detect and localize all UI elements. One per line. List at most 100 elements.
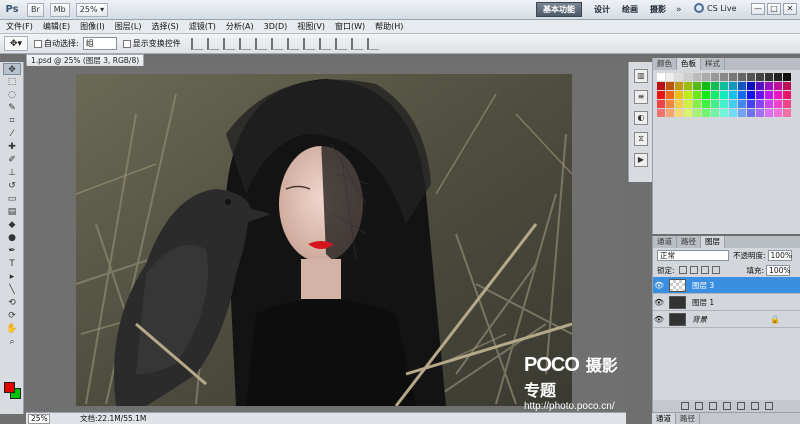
color-swatch[interactable] [747,82,755,90]
color-swatch[interactable] [756,91,764,99]
menu-file[interactable]: 文件(F) [6,21,33,32]
zoom-tool-icon[interactable]: ⌕ [3,336,21,348]
minimize-button[interactable]: — [751,3,765,15]
tab-styles[interactable]: 样式 [701,58,725,70]
menu-filter[interactable]: 滤镜(T) [189,21,216,32]
color-swatch[interactable] [702,91,710,99]
crop-tool-icon[interactable]: ⌗ [3,115,21,127]
move-tool-preset-icon[interactable]: ✥▾ [4,36,28,51]
layer-row-background[interactable]: 👁 背景 🔒 [653,311,800,328]
workspace-design[interactable]: 设计 [594,4,610,15]
mini-bridge-button[interactable]: Mb [49,2,70,17]
photo-canvas[interactable] [76,74,572,406]
color-swatch[interactable] [720,91,728,99]
shape-tool-icon[interactable]: ╲ [3,284,21,296]
menu-layer[interactable]: 图层(L) [115,21,142,32]
masks-icon[interactable]: ◐ [634,111,648,125]
menu-analysis[interactable]: 分析(A) [226,21,254,32]
document-tab[interactable]: 1.psd @ 25% (图层 3, RGB/8) * × [26,54,144,76]
color-swatch[interactable] [693,82,701,90]
color-swatch[interactable] [747,91,755,99]
clone-stamp-tool-icon[interactable]: ⊥ [3,167,21,179]
tab-paths[interactable]: 路径 [677,236,701,248]
histogram-icon[interactable]: ▥ [634,69,648,83]
blur-tool-icon[interactable]: ◆ [3,219,21,231]
align-bottom-icon[interactable] [222,37,235,50]
swatch-grid[interactable] [653,70,800,120]
color-swatch[interactable] [756,100,764,108]
menu-edit[interactable]: 编辑(E) [43,21,70,32]
color-swatch[interactable] [774,109,782,117]
menu-select[interactable]: 选择(S) [151,21,178,32]
color-swatch[interactable] [783,91,791,99]
color-swatch[interactable] [693,100,701,108]
cs-live-button[interactable]: CS Live [694,3,737,13]
color-swatch[interactable] [765,73,773,81]
color-swatch[interactable] [729,82,737,90]
layer-row-layer3[interactable]: 👁 图层 3 [653,277,800,294]
color-swatch[interactable] [657,91,665,99]
lock-all-icon[interactable] [711,266,720,274]
distribute-right-icon[interactable] [366,37,379,50]
color-swatch[interactable] [702,82,710,90]
color-swatch[interactable] [666,100,674,108]
color-swatch[interactable] [657,100,665,108]
eye-icon[interactable]: 👁 [653,281,665,290]
layer-row-layer1[interactable]: 👁 图层 1 [653,294,800,311]
color-swatch[interactable] [702,73,710,81]
color-swatch[interactable] [693,109,701,117]
show-transform-check-box[interactable] [122,39,131,48]
workspace-painting[interactable]: 绘画 [622,4,638,15]
color-swatch[interactable] [774,82,782,90]
3d-orbit-tool-icon[interactable]: ⟳ [3,310,21,322]
color-swatch[interactable] [711,109,719,117]
color-swatch[interactable] [747,73,755,81]
distribute-vcenter-icon[interactable] [302,37,315,50]
adjustment-layer-icon[interactable] [723,402,731,410]
color-swatch[interactable] [684,73,692,81]
lock-position-icon[interactable] [700,266,709,274]
distribute-hcenter-icon[interactable] [350,37,363,50]
canvas-area[interactable]: POCO 摄影专题 http://photo.poco.cn/ [26,66,626,412]
blend-mode-dropdown[interactable]: 正常 [657,250,729,261]
zoom-dropdown[interactable]: 25% ▾ [75,2,109,17]
maximize-button[interactable]: □ [767,3,781,15]
color-swatch[interactable] [738,109,746,117]
history-icon[interactable]: ⧖ [634,132,648,146]
color-swatch[interactable] [666,109,674,117]
align-vcenter-icon[interactable] [206,37,219,50]
color-swatch[interactable] [684,91,692,99]
menu-view[interactable]: 视图(V) [297,21,325,32]
distribute-left-icon[interactable] [334,37,347,50]
color-swatch[interactable] [729,109,737,117]
color-swatch[interactable] [738,73,746,81]
healing-tool-icon[interactable]: ✚ [3,141,21,153]
color-swatch[interactable] [702,100,710,108]
color-swatch[interactable] [657,82,665,90]
tab-color[interactable]: 颜色 [653,58,677,70]
auto-select-dropdown[interactable]: 组 [82,37,117,50]
color-swatch[interactable] [711,82,719,90]
align-hcenter-icon[interactable] [254,37,267,50]
path-select-tool-icon[interactable]: ▸ [3,271,21,283]
tab-layers[interactable]: 图层 [701,236,725,248]
color-swatch[interactable] [720,73,728,81]
eye-icon[interactable]: 👁 [653,298,665,307]
new-layer-icon[interactable] [751,402,759,410]
color-swatch[interactable] [765,100,773,108]
workspace-photography[interactable]: 摄影 [650,4,666,15]
menu-window[interactable]: 窗口(W) [335,21,365,32]
layer-style-icon[interactable] [695,402,703,410]
color-swatch[interactable] [765,82,773,90]
color-swatch[interactable] [666,73,674,81]
distribute-top-icon[interactable] [286,37,299,50]
color-swatch[interactable] [675,82,683,90]
color-swatch[interactable] [657,73,665,81]
tab-channels[interactable]: 通道 [653,236,677,248]
type-tool-icon[interactable]: T [3,258,21,270]
color-swatch[interactable] [738,100,746,108]
color-swatch[interactable] [711,91,719,99]
color-swatch[interactable] [738,82,746,90]
close-button[interactable]: ✕ [783,3,797,15]
color-swatch[interactable] [657,109,665,117]
